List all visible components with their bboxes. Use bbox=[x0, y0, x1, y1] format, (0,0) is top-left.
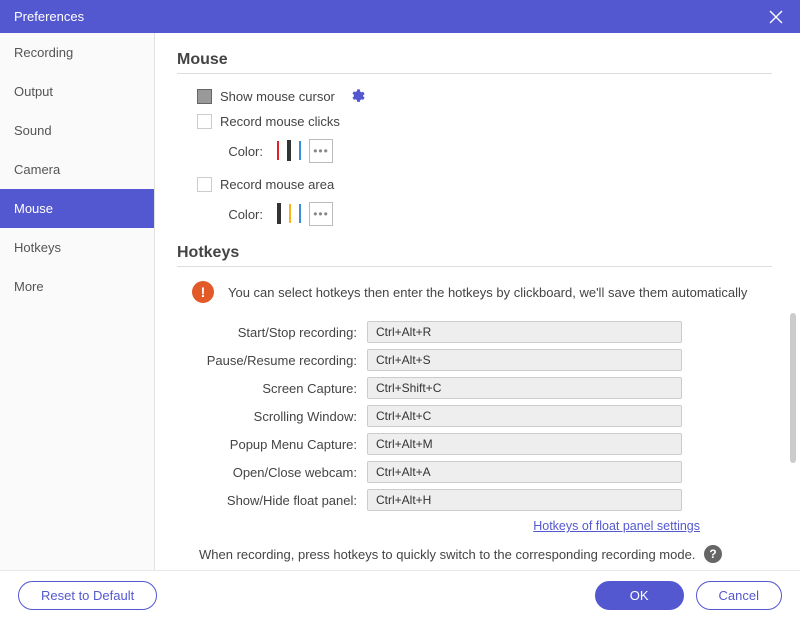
sidebar-item-more[interactable]: More bbox=[0, 267, 154, 306]
hotkey-row-3: Scrolling Window:Ctrl+Alt+C bbox=[177, 405, 772, 427]
sidebar-item-hotkeys[interactable]: Hotkeys bbox=[0, 228, 154, 267]
hotkey-row-0: Start/Stop recording:Ctrl+Alt+R bbox=[177, 321, 772, 343]
record-area-label: Record mouse area bbox=[220, 177, 334, 192]
content-pane: Mouse Show mouse cursor Record mouse cli… bbox=[155, 33, 800, 570]
hotkey-row-4: Popup Menu Capture:Ctrl+Alt+M bbox=[177, 433, 772, 455]
hotkey-input-1[interactable]: Ctrl+Alt+S bbox=[367, 349, 682, 371]
ok-button[interactable]: OK bbox=[595, 581, 684, 610]
window-title: Preferences bbox=[14, 9, 84, 24]
hotkey-row-1: Pause/Resume recording:Ctrl+Alt+S bbox=[177, 349, 772, 371]
clicks-color-swatch-0[interactable] bbox=[277, 141, 279, 160]
hotkey-row-2: Screen Capture:Ctrl+Shift+C bbox=[177, 377, 772, 399]
reset-button[interactable]: Reset to Default bbox=[18, 581, 157, 610]
footer: Reset to Default OK Cancel bbox=[0, 570, 800, 620]
hotkey-label-4: Popup Menu Capture: bbox=[177, 437, 367, 452]
hotkey-input-2[interactable]: Ctrl+Shift+C bbox=[367, 377, 682, 399]
hotkey-input-5[interactable]: Ctrl+Alt+A bbox=[367, 461, 682, 483]
sidebar: RecordingOutputSoundCameraMouseHotkeysMo… bbox=[0, 33, 155, 570]
gear-icon bbox=[349, 88, 365, 104]
sidebar-item-recording[interactable]: Recording bbox=[0, 33, 154, 72]
info-icon: ! bbox=[192, 281, 214, 303]
cursor-settings-button[interactable] bbox=[349, 88, 365, 104]
hotkey-input-4[interactable]: Ctrl+Alt+M bbox=[367, 433, 682, 455]
hotkey-label-1: Pause/Resume recording: bbox=[177, 353, 367, 368]
record-area-row: Record mouse area bbox=[177, 177, 772, 192]
area-color-row: Color: ••• bbox=[177, 202, 772, 226]
hotkey-label-0: Start/Stop recording: bbox=[177, 325, 367, 340]
scrollbar-thumb[interactable] bbox=[790, 313, 796, 463]
area-color-swatch-2[interactable] bbox=[299, 204, 301, 223]
mouse-section-title: Mouse bbox=[177, 51, 772, 74]
show-cursor-row: Show mouse cursor bbox=[177, 88, 772, 104]
hotkey-label-3: Scrolling Window: bbox=[177, 409, 367, 424]
close-button[interactable] bbox=[766, 7, 786, 27]
float-panel-settings-link[interactable]: Hotkeys of float panel settings bbox=[533, 519, 700, 533]
hotkeys-section-title: Hotkeys bbox=[177, 244, 772, 267]
record-area-checkbox[interactable] bbox=[197, 177, 212, 192]
record-clicks-row: Record mouse clicks bbox=[177, 114, 772, 129]
hotkey-label-5: Open/Close webcam: bbox=[177, 465, 367, 480]
titlebar: Preferences bbox=[0, 0, 800, 33]
hotkey-label-6: Show/Hide float panel: bbox=[177, 493, 367, 508]
hotkey-row-5: Open/Close webcam:Ctrl+Alt+A bbox=[177, 461, 772, 483]
clicks-color-more[interactable]: ••• bbox=[309, 139, 333, 163]
hotkeys-note-row: When recording, press hotkeys to quickly… bbox=[177, 545, 772, 563]
area-color-more[interactable]: ••• bbox=[309, 202, 333, 226]
hotkey-input-3[interactable]: Ctrl+Alt+C bbox=[367, 405, 682, 427]
hotkeys-note-text: When recording, press hotkeys to quickly… bbox=[199, 547, 696, 562]
area-color-label: Color: bbox=[225, 207, 263, 222]
hotkey-label-2: Screen Capture: bbox=[177, 381, 367, 396]
float-panel-link-row: Hotkeys of float panel settings bbox=[177, 517, 772, 535]
hotkey-row-6: Show/Hide float panel:Ctrl+Alt+H bbox=[177, 489, 772, 511]
hotkeys-info-text: You can select hotkeys then enter the ho… bbox=[228, 285, 747, 300]
area-color-swatch-1[interactable] bbox=[289, 204, 291, 223]
help-icon[interactable]: ? bbox=[704, 545, 722, 563]
sidebar-item-mouse[interactable]: Mouse bbox=[0, 189, 154, 228]
sidebar-item-sound[interactable]: Sound bbox=[0, 111, 154, 150]
clicks-color-label: Color: bbox=[225, 144, 263, 159]
record-clicks-checkbox[interactable] bbox=[197, 114, 212, 129]
sidebar-item-camera[interactable]: Camera bbox=[0, 150, 154, 189]
show-cursor-label: Show mouse cursor bbox=[220, 89, 335, 104]
sidebar-item-output[interactable]: Output bbox=[0, 72, 154, 111]
clicks-color-swatch-1[interactable] bbox=[287, 140, 291, 161]
hotkeys-info-row: ! You can select hotkeys then enter the … bbox=[177, 281, 772, 303]
show-cursor-checkbox[interactable] bbox=[197, 89, 212, 104]
hotkey-input-6[interactable]: Ctrl+Alt+H bbox=[367, 489, 682, 511]
hotkey-input-0[interactable]: Ctrl+Alt+R bbox=[367, 321, 682, 343]
clicks-color-swatch-2[interactable] bbox=[299, 141, 301, 160]
area-color-swatch-0[interactable] bbox=[277, 203, 281, 224]
record-clicks-label: Record mouse clicks bbox=[220, 114, 340, 129]
close-icon bbox=[769, 10, 783, 24]
cancel-button[interactable]: Cancel bbox=[696, 581, 782, 610]
clicks-color-row: Color: ••• bbox=[177, 139, 772, 163]
